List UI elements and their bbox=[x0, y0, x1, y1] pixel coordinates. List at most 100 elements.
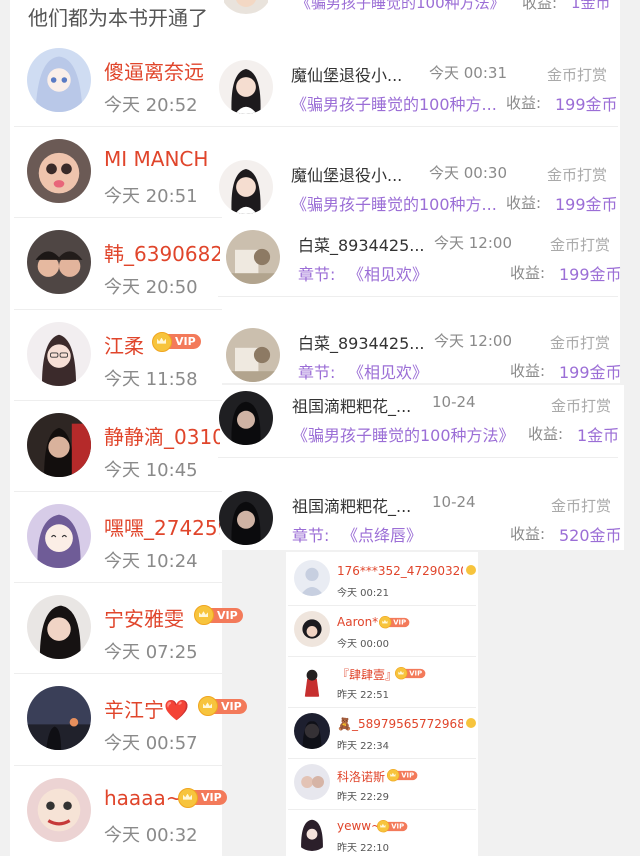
supporter-name[interactable]: 嘿嘿_274259 bbox=[104, 512, 220, 541]
row-divider bbox=[14, 399, 222, 401]
supporter-avatar[interactable] bbox=[294, 764, 330, 800]
avatar[interactable] bbox=[27, 48, 91, 112]
row-divider bbox=[14, 126, 222, 128]
row-divider bbox=[218, 296, 618, 297]
chapter-label: 章节: bbox=[298, 363, 336, 382]
supporter-avatar[interactable] bbox=[294, 560, 330, 596]
vip-badge: VIP bbox=[387, 769, 418, 782]
supporter-avatar[interactable] bbox=[294, 662, 330, 698]
avatar[interactable] bbox=[27, 504, 91, 568]
tipper-avatar[interactable] bbox=[226, 328, 280, 382]
supporter-name[interactable]: 科洛诺斯 bbox=[337, 768, 385, 785]
list-header: 他们都为本书开通了 bbox=[28, 6, 208, 30]
avatar[interactable] bbox=[27, 412, 91, 477]
supporter-name[interactable]: 辛江宁❤️ bbox=[104, 694, 189, 723]
supporter-name[interactable]: 静静滴_0310 bbox=[104, 421, 220, 450]
tip-income-label: 收益: bbox=[506, 94, 542, 112]
vip-badge: VIP bbox=[178, 787, 227, 808]
tip-novel[interactable]: 《骗男孩子睡觉的100种方法》 bbox=[296, 0, 505, 13]
chapter-label: 章节: bbox=[298, 265, 336, 284]
supporter-name[interactable]: 韩_63906822 bbox=[104, 238, 220, 267]
tip-time: 今天 12:00 bbox=[434, 234, 512, 252]
supporter-time: 昨天 22:34 bbox=[337, 741, 389, 752]
supporter-name[interactable]: 🧸_589795657729685 bbox=[337, 717, 463, 731]
avatar[interactable] bbox=[27, 139, 91, 204]
vip-badge: VIP bbox=[152, 331, 201, 352]
crown-icon bbox=[395, 667, 408, 680]
tip-time: 10-24 bbox=[432, 493, 476, 511]
supporter-avatar[interactable] bbox=[294, 815, 330, 851]
tipper-avatar[interactable] bbox=[226, 230, 280, 284]
supporter-time: 今天 11:58 bbox=[104, 368, 198, 390]
tipper-avatar[interactable] bbox=[219, 60, 273, 114]
tip-type: 金币打赏 bbox=[551, 397, 612, 415]
tip-income-label: 收益: bbox=[528, 425, 564, 443]
tip-type: 金币打赏 bbox=[551, 497, 612, 515]
supporter-time: 今天 07:25 bbox=[104, 642, 198, 664]
supporter-time: 昨天 22:29 bbox=[337, 792, 389, 803]
supporter-time: 今天 20:51 bbox=[104, 186, 198, 208]
tip-income-label: 收益: bbox=[510, 525, 546, 543]
tip-novel[interactable]: 《点绛唇》 bbox=[342, 522, 422, 546]
tip-income-label: 收益: bbox=[506, 194, 542, 212]
supporter-name[interactable]: 176***352_4729032008 bbox=[337, 564, 463, 578]
row-divider bbox=[288, 707, 476, 708]
tipper-name[interactable]: 祖国滴粑粑花_... bbox=[292, 393, 411, 417]
supporter-time: 昨天 22:51 bbox=[337, 690, 389, 701]
tip-novel[interactable]: 《骗男孩子睡觉的100种方... bbox=[291, 91, 497, 115]
crown-icon bbox=[379, 616, 392, 629]
supporter-time: 今天 10:45 bbox=[104, 459, 198, 481]
supporter-name[interactable]: 傻逼离奈远 bbox=[104, 56, 204, 85]
tip-income-label: 收益: bbox=[522, 0, 558, 12]
row-divider bbox=[14, 308, 222, 310]
avatar[interactable] bbox=[27, 777, 91, 842]
tip-income-value: 520金币 bbox=[559, 526, 622, 545]
supporter-time: 今天 20:52 bbox=[104, 95, 198, 116]
supporter-time: 今天 00:00 bbox=[337, 639, 389, 650]
row-divider bbox=[288, 809, 476, 810]
supporter-avatar[interactable] bbox=[294, 611, 330, 647]
avatar[interactable] bbox=[27, 321, 91, 386]
row-divider bbox=[288, 605, 476, 606]
supporter-name[interactable]: yeww~ bbox=[337, 819, 381, 833]
crown-icon bbox=[152, 331, 172, 352]
tip-type: 金币打赏 bbox=[547, 66, 608, 84]
tipper-avatar[interactable] bbox=[219, 391, 273, 445]
tip-time: 今天 00:31 bbox=[429, 64, 507, 82]
supporter-avatar[interactable] bbox=[294, 713, 330, 749]
supporter-name[interactable]: 宁安雅雯 bbox=[104, 603, 184, 632]
vip-badge: VIP bbox=[377, 820, 408, 833]
row-divider bbox=[14, 673, 222, 675]
supporter-name[interactable]: 『肆肆壹』 bbox=[337, 666, 397, 683]
vip-badge: VIP bbox=[395, 667, 426, 680]
tipper-name[interactable]: 白菜_8934425... bbox=[298, 232, 425, 256]
supporter-time: 今天 00:32 bbox=[104, 824, 198, 846]
tip-time: 今天 00:30 bbox=[429, 164, 507, 182]
tip-novel[interactable]: 《骗男孩子睡觉的100种方法》 bbox=[292, 422, 515, 446]
tip-novel[interactable]: 《相见欢》 bbox=[348, 359, 428, 383]
supporter-name[interactable]: 江柔 bbox=[104, 330, 144, 359]
tipper-name[interactable]: 白菜_8934425... bbox=[298, 330, 425, 354]
tip-novel[interactable]: 《骗男孩子睡觉的100种方... bbox=[291, 191, 497, 215]
supporter-name[interactable]: haaaa~ bbox=[104, 786, 182, 810]
tipper-name[interactable]: 祖国滴粑粑花_... bbox=[292, 493, 411, 517]
tipper-name[interactable]: 魔仙堡退役小... bbox=[291, 162, 402, 186]
tip-income-value: 199金币 bbox=[555, 195, 618, 214]
supporter-time: 今天 00:21 bbox=[337, 588, 389, 599]
supporter-time: 今天 20:50 bbox=[104, 277, 198, 299]
chapter-label: 章节: bbox=[292, 526, 330, 545]
avatar[interactable] bbox=[27, 686, 91, 751]
supporter-name[interactable]: MI MANCH bbox=[104, 147, 208, 171]
tipper-name[interactable]: 魔仙堡退役小... bbox=[291, 62, 402, 86]
tipper-avatar[interactable] bbox=[219, 160, 273, 214]
avatar[interactable] bbox=[27, 230, 91, 295]
tip-time: 10-24 bbox=[432, 393, 476, 411]
row-divider bbox=[14, 764, 222, 766]
tipper-avatar[interactable] bbox=[219, 491, 273, 545]
supporter-name[interactable]: Aaron* bbox=[337, 615, 378, 629]
tip-income-label: 收益: bbox=[510, 264, 546, 282]
tip-income-value: 1金币 bbox=[577, 426, 620, 445]
row-divider bbox=[14, 582, 222, 584]
tip-novel[interactable]: 《相见欢》 bbox=[348, 261, 428, 285]
avatar[interactable] bbox=[27, 595, 91, 660]
